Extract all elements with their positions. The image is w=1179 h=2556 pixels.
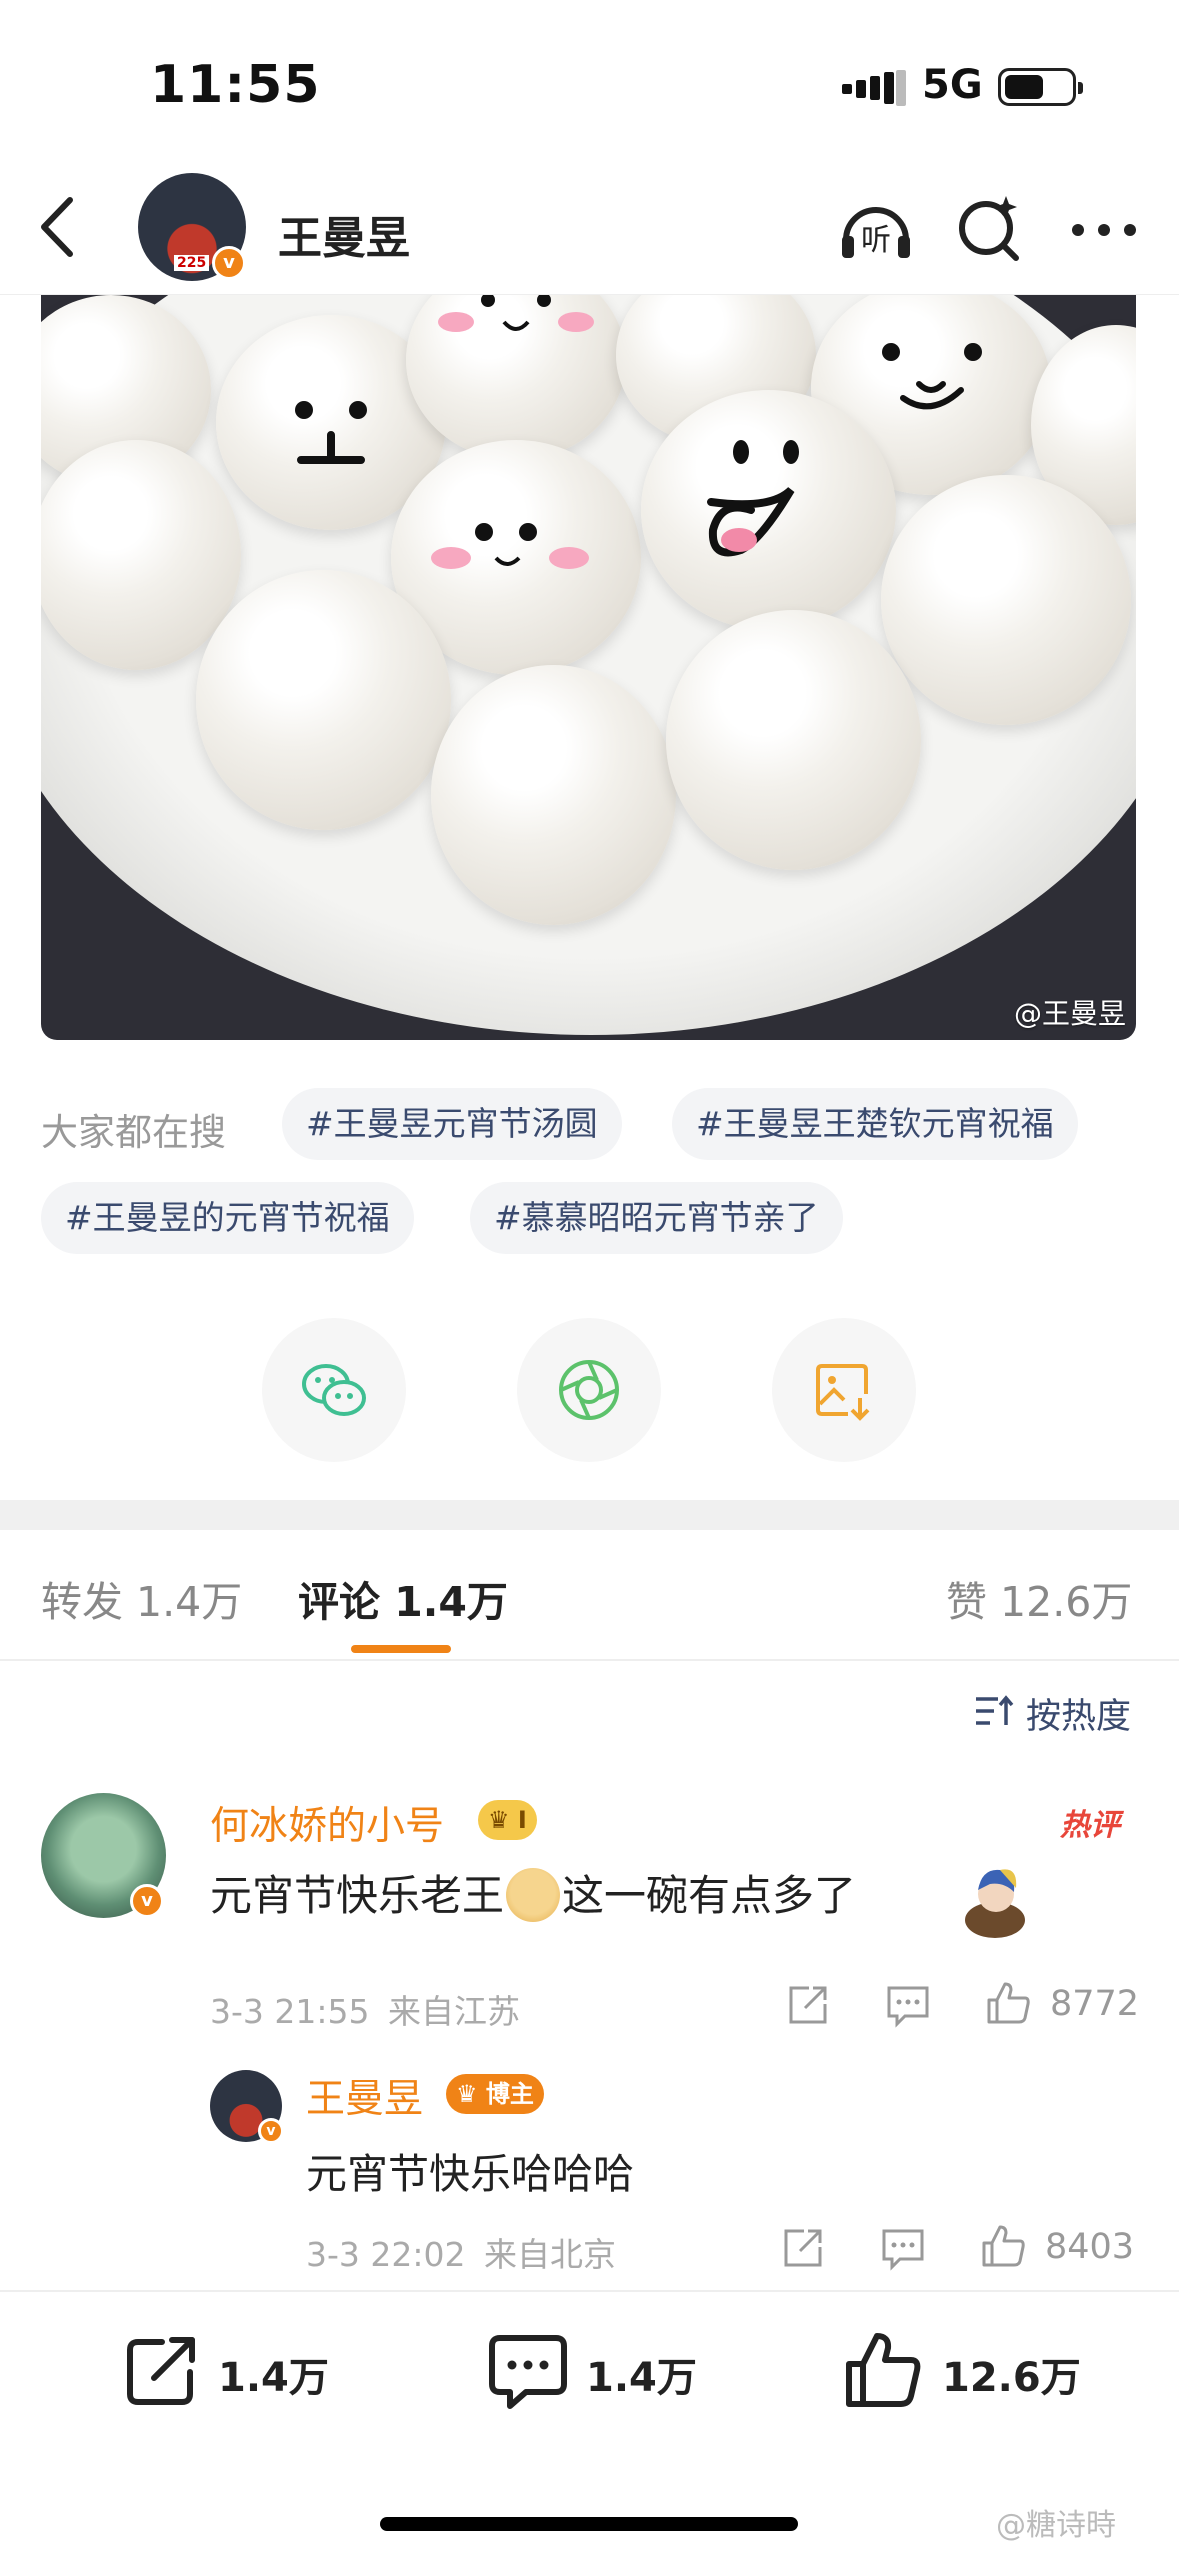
- post-image[interactable]: @王曼昱: [41, 295, 1136, 1040]
- comment-like-count: 8772: [1050, 1984, 1140, 2024]
- bottom-bar-divider: [0, 2290, 1179, 2292]
- hot-search-tag[interactable]: #王曼昱王楚钦元宵祝福: [672, 1088, 1078, 1160]
- vip-level-badge: ♛ I: [478, 1800, 537, 1840]
- search-icon[interactable]: [950, 190, 1030, 270]
- comment-text[interactable]: 元宵节快乐老王 这一碗有点多了: [210, 1862, 856, 1926]
- page-watermark: @糖诗時: [996, 2508, 1116, 2543]
- share-wechat-button[interactable]: [262, 1318, 406, 1462]
- like-icon[interactable]: [843, 2330, 923, 2410]
- active-tab-indicator: [351, 1645, 451, 1653]
- status-time: 11:55: [150, 55, 321, 115]
- reply-time-value: 3-3 22:02: [306, 2235, 466, 2274]
- tab-comments-label: 评论: [298, 1578, 380, 1626]
- comment-time: 3-3 21:55 来自江苏: [210, 1985, 520, 2033]
- tangyuan-ball: [881, 475, 1131, 725]
- tangyuan-ball: [406, 295, 626, 460]
- tab-likes-count: 12.6万: [1000, 1578, 1133, 1626]
- image-watermark: @王曼昱: [1013, 997, 1126, 1030]
- tab-reposts[interactable]: 转发 1.4万: [41, 1568, 242, 1628]
- reply-like-count: 8403: [1045, 2227, 1135, 2267]
- author-badge-label: 博主: [485, 2080, 534, 2108]
- tangyuan-ball: [431, 665, 676, 925]
- tab-reposts-label: 转发: [41, 1578, 123, 1626]
- tab-reposts-count: 1.4万: [136, 1578, 243, 1626]
- reply-time: 3-3 22:02 来自北京: [306, 2228, 616, 2276]
- tab-likes[interactable]: 赞 12.6万: [946, 1568, 1132, 1628]
- crown-icon: ♛: [456, 2080, 478, 2108]
- back-arrow-icon[interactable]: [30, 192, 90, 262]
- sort-button[interactable]: 按热度: [1026, 1688, 1131, 1739]
- commenter-name[interactable]: 何冰娇的小号: [210, 1795, 444, 1851]
- network-type: 5G: [922, 62, 983, 108]
- listen-icon[interactable]: 听: [836, 190, 916, 270]
- repost-comment-icon[interactable]: [785, 1982, 831, 2028]
- comment-count[interactable]: 1.4万: [586, 2345, 697, 2403]
- save-image-button[interactable]: [772, 1318, 916, 1462]
- tangyuan-ball: [641, 390, 896, 630]
- tab-comments-count: 1.4万: [394, 1578, 508, 1626]
- comment-text-part1: 元宵节快乐老王: [210, 1871, 505, 1920]
- repost-count[interactable]: 1.4万: [218, 2345, 329, 2403]
- comment-text-part2: 这一碗有点多了: [562, 1871, 857, 1920]
- reply-text[interactable]: 元宵节快乐哈哈哈: [306, 2140, 634, 2200]
- reply-reply-icon[interactable]: [880, 2225, 926, 2271]
- verified-badge-icon: v: [212, 246, 246, 280]
- moments-icon: [559, 1360, 619, 1420]
- tangyuan-ball: [666, 610, 921, 870]
- wechat-icon: [302, 1364, 366, 1416]
- share-moments-button[interactable]: [517, 1318, 661, 1462]
- save-image-icon: [816, 1364, 870, 1421]
- hot-search-label: 大家都在搜: [41, 1111, 226, 1154]
- comment-location: 来自江苏: [388, 1992, 520, 2031]
- tab-likes-label: 赞: [946, 1578, 987, 1626]
- repost-reply-icon[interactable]: [780, 2225, 826, 2271]
- reply-comment-icon[interactable]: [885, 1982, 931, 2028]
- verified-badge-icon: v: [130, 1884, 164, 1918]
- doge-emoji-icon: [506, 1867, 561, 1922]
- like-reply-icon[interactable]: [980, 2223, 1026, 2269]
- tab-comments[interactable]: 评论 1.4万: [298, 1568, 508, 1628]
- pearl-earring-sticker-icon: [965, 1869, 1025, 1938]
- hot-search-tag[interactable]: #王曼昱的元宵节祝福: [41, 1182, 414, 1254]
- reply-location: 来自北京: [484, 2235, 616, 2274]
- comment-icon[interactable]: [488, 2330, 568, 2410]
- hot-search-tag[interactable]: #慕慕昭昭元宵节亲了: [470, 1182, 843, 1254]
- author-badge: ♛ 博主: [446, 2074, 544, 2114]
- tabs-divider: [0, 1659, 1179, 1661]
- vip-level: I: [517, 1806, 527, 1834]
- section-divider: [0, 1500, 1179, 1530]
- more-icon[interactable]: [1064, 190, 1144, 270]
- replier-name[interactable]: 王曼昱: [306, 2068, 423, 2124]
- like-comment-icon[interactable]: [985, 1980, 1031, 2026]
- like-count[interactable]: 12.6万: [942, 2345, 1081, 2403]
- avatar-jersey-number: 225: [174, 255, 210, 271]
- battery-icon: [998, 68, 1083, 106]
- tangyuan-ball: [196, 570, 451, 830]
- home-indicator[interactable]: [380, 2517, 798, 2531]
- verified-badge-icon: v: [258, 2118, 284, 2144]
- repost-icon[interactable]: [122, 2330, 202, 2410]
- listen-label: 听: [861, 223, 891, 258]
- author-name[interactable]: 王曼昱: [278, 202, 410, 266]
- comment-time-value: 3-3 21:55: [210, 1992, 370, 2031]
- crown-icon: ♛: [488, 1806, 510, 1834]
- hot-comment-tag: 热评: [1060, 1808, 1120, 1843]
- hot-search-tag[interactable]: #王曼昱元宵节汤圆: [282, 1088, 622, 1160]
- nav-bar: 225 v 王曼昱 听: [0, 170, 1179, 295]
- sort-icon[interactable]: [974, 1693, 1014, 1729]
- signal-icon: [842, 70, 906, 106]
- status-bar: 11:55 5G: [0, 0, 1179, 170]
